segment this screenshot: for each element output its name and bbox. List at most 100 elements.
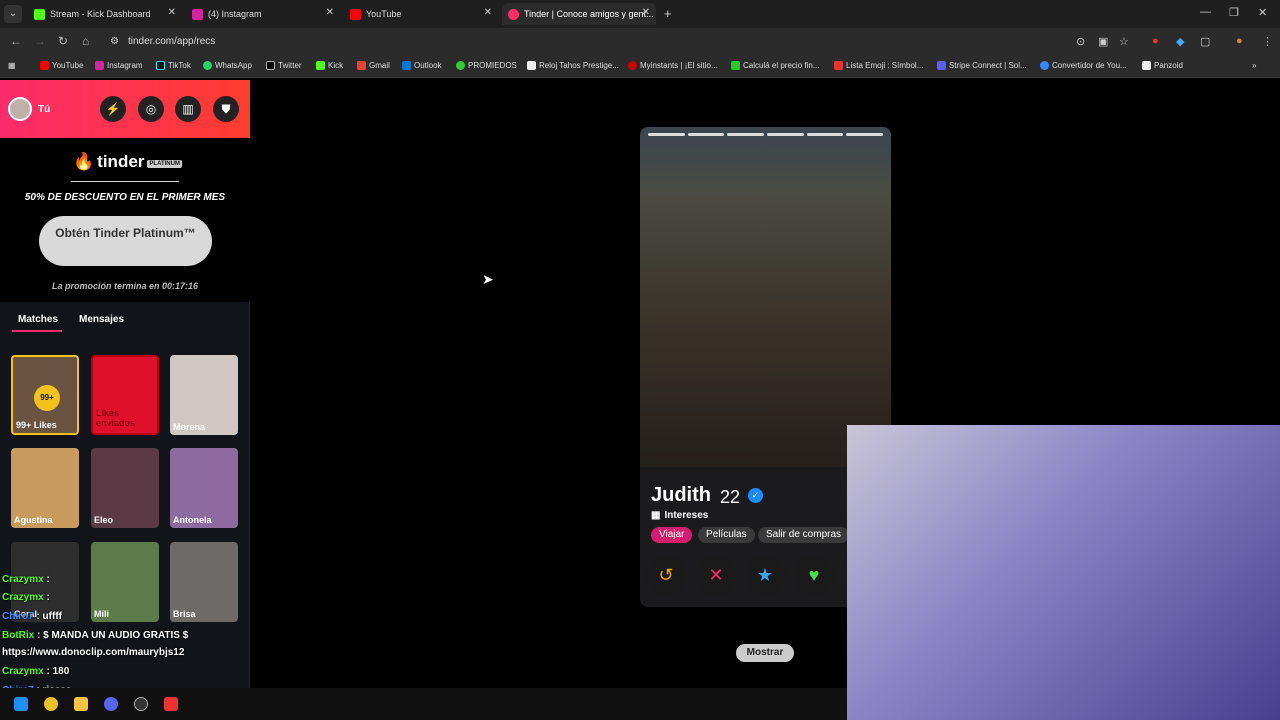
- bookmark-reloj[interactable]: Reloj Tahos Prestige...: [527, 61, 619, 70]
- apps-icon[interactable]: ▦: [8, 61, 16, 70]
- bookmark-youtube[interactable]: YouTube: [40, 61, 83, 70]
- back-icon[interactable]: ←: [10, 34, 22, 48]
- bookmark-star-icon[interactable]: ☆: [1119, 35, 1129, 48]
- bookmark-kick[interactable]: Kick: [316, 61, 343, 70]
- bookmark-emoji[interactable]: Lista Emoji : Símbol...: [834, 61, 923, 70]
- verified-icon: ✓: [748, 488, 763, 503]
- close-icon[interactable]: ✕: [642, 7, 650, 18]
- avatar[interactable]: [8, 97, 32, 121]
- profile-label[interactable]: Tú: [38, 104, 50, 115]
- close-icon[interactable]: ✕: [326, 7, 334, 18]
- chat-line: Chiro7 : uffff: [2, 611, 62, 622]
- boost-icon[interactable]: ⚡: [100, 96, 126, 122]
- extension-icon[interactable]: ●: [1152, 35, 1159, 47]
- briefcase-icon[interactable]: ▥: [175, 96, 201, 122]
- match-card[interactable]: Antonela: [170, 448, 238, 528]
- extension-icon[interactable]: ◆: [1176, 35, 1184, 48]
- profile-age: 22: [720, 487, 741, 507]
- interest-chip: Películas: [698, 527, 755, 543]
- tab-kick[interactable]: Stream - Kick Dashboard ✕: [28, 3, 182, 25]
- match-card[interactable]: Eleo: [91, 448, 159, 528]
- likes-card[interactable]: 99+ 99+ Likes: [11, 355, 79, 435]
- calculator-icon: [731, 61, 740, 70]
- profile-icon[interactable]: ●: [1236, 35, 1243, 47]
- bookmark-tiktok[interactable]: TikTok: [156, 61, 191, 70]
- close-icon[interactable]: ✕: [168, 7, 176, 18]
- windows-start-icon[interactable]: [14, 697, 28, 711]
- panzoid-icon: [1142, 61, 1151, 70]
- get-platinum-button[interactable]: Obtén Tinder Platinum™: [39, 216, 212, 266]
- chrome-icon[interactable]: [44, 697, 58, 711]
- media-player-icon[interactable]: [164, 697, 178, 711]
- sidebar-tabs: Matches Mensajes: [0, 308, 250, 332]
- nope-button[interactable]: ✕: [696, 555, 736, 595]
- obs-icon[interactable]: [134, 697, 148, 711]
- webcam-overlay: [847, 425, 1280, 720]
- home-icon[interactable]: ⌂: [82, 34, 89, 48]
- photo-progress: [648, 133, 884, 136]
- tab-matches[interactable]: Matches: [18, 314, 58, 325]
- bookmark-panzoid[interactable]: Panzoid: [1142, 61, 1183, 70]
- offer-text: 50% DE DESCUENTO EN EL PRIMER MES: [24, 192, 226, 203]
- promiedos-icon: [456, 61, 465, 70]
- tab-youtube[interactable]: YouTube ✕: [344, 3, 498, 25]
- myinstants-icon: [628, 61, 637, 70]
- extensions-icon[interactable]: ▢: [1200, 35, 1210, 48]
- file-explorer-icon[interactable]: [74, 697, 88, 711]
- show-button[interactable]: Mostrar: [736, 644, 794, 662]
- minimize-button[interactable]: —: [1200, 6, 1211, 18]
- bookmark-twitter[interactable]: Twitter: [266, 61, 302, 70]
- rewind-button[interactable]: ↺: [646, 555, 686, 595]
- profile-photo[interactable]: [640, 127, 891, 467]
- install-icon[interactable]: ▣: [1098, 35, 1108, 48]
- interest-chip: Salir de compras: [758, 527, 850, 543]
- close-icon[interactable]: ✕: [484, 7, 492, 18]
- reload-icon[interactable]: ↻: [58, 34, 68, 48]
- tab-tinder[interactable]: Tinder | Conoce amigos y gent... ✕: [502, 3, 656, 25]
- site-info-icon[interactable]: ⚙: [110, 36, 119, 47]
- taskbar: [0, 688, 847, 720]
- new-tab-button[interactable]: +: [664, 6, 672, 21]
- bookmark-promiedos[interactable]: PROMIEDOS: [456, 61, 517, 70]
- bookmark-convertidor[interactable]: Convertidor de You...: [1040, 61, 1127, 70]
- youtube-icon: [350, 8, 361, 20]
- interest-chip: Viajar: [651, 527, 693, 543]
- bookmark-gmail[interactable]: Gmail: [357, 61, 390, 70]
- bookmark-myinstants[interactable]: Myinstants | ¡El sitio...: [628, 61, 718, 70]
- bookmark-calcula[interactable]: Calculá el precio fin...: [731, 61, 819, 70]
- super-like-button[interactable]: ★: [745, 555, 785, 595]
- shield-icon[interactable]: ⛊: [213, 96, 239, 122]
- active-tab-indicator: [12, 330, 62, 332]
- tab-search-button[interactable]: ⌄: [4, 5, 22, 23]
- instagram-icon: [95, 61, 104, 70]
- tab-messages[interactable]: Mensajes: [79, 314, 124, 325]
- bookmark-instagram[interactable]: Instagram: [95, 61, 143, 70]
- mouse-cursor: ➤: [482, 271, 494, 287]
- url-field[interactable]: tinder.com/app/recs: [128, 36, 215, 47]
- close-window-button[interactable]: ✕: [1258, 6, 1267, 19]
- chat-line: Crazymx :: [2, 592, 50, 603]
- stripe-icon: [937, 61, 946, 70]
- tab-instagram[interactable]: (4) Instagram ✕: [186, 3, 340, 25]
- explore-icon[interactable]: ◎: [138, 96, 164, 122]
- chat-line: Crazymx : 180: [2, 666, 70, 677]
- discord-icon[interactable]: [104, 697, 118, 711]
- sidebar-header: Tú ⚡ ◎ ▥ ⛊: [0, 80, 250, 138]
- instagram-icon: [192, 8, 203, 20]
- tinder-icon: [508, 8, 519, 20]
- maximize-button[interactable]: ❐: [1229, 6, 1239, 19]
- match-card[interactable]: Agustina: [11, 448, 79, 528]
- forward-icon[interactable]: →: [34, 34, 46, 48]
- more-bookmarks-icon[interactable]: »: [1252, 61, 1256, 70]
- location-icon[interactable]: ⊙: [1076, 35, 1085, 48]
- chat-line: BotRix : $ MANDA UN AUDIO GRATIS $: [2, 630, 189, 641]
- gmail-icon: [357, 61, 366, 70]
- divider: [71, 181, 179, 182]
- bookmark-whatsapp[interactable]: WhatsApp: [203, 61, 252, 70]
- match-card[interactable]: Morena: [170, 355, 238, 435]
- likes-sent-card[interactable]: Likes enviados: [91, 355, 159, 435]
- like-button[interactable]: ♥: [794, 555, 834, 595]
- menu-icon[interactable]: ⋮: [1262, 35, 1273, 48]
- bookmark-stripe[interactable]: Stripe Connect | Sol...: [937, 61, 1027, 70]
- bookmark-outlook[interactable]: Outlook: [402, 61, 442, 70]
